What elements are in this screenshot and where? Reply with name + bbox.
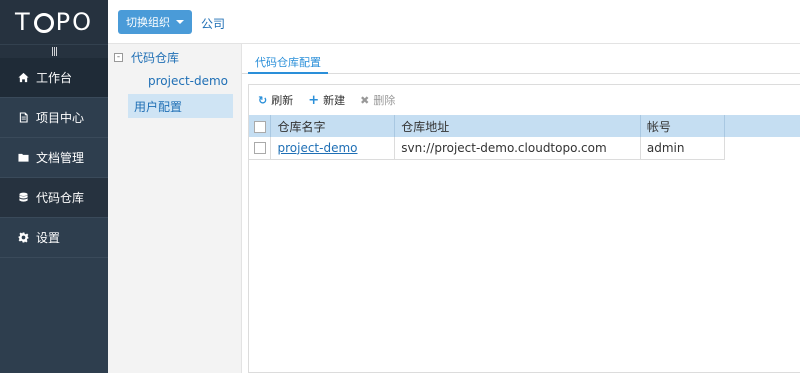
caret-down-icon [176,20,184,24]
logo[interactable]: T PO [0,0,108,44]
delete-button[interactable]: ✖ 删除 [360,92,395,108]
sidebar-item-label: 项目中心 [36,111,85,125]
sidebar-item-documents[interactable]: 文档管理 [0,138,108,178]
gear-icon [18,232,29,243]
sidebar-item-label: 设置 [36,231,61,245]
sidebar-item-settings[interactable]: 设置 [0,218,108,258]
collapse-icon: ||| [50,46,58,57]
sidebar-item-repositories[interactable]: 代码仓库 [0,178,108,218]
collapse-toggle-icon[interactable]: - [114,52,123,62]
database-icon [19,192,28,202]
sidebar-item-projects[interactable]: 项目中心 [0,98,108,138]
table-row[interactable]: project-demo svn://project-demo.cloudtop… [249,137,800,160]
refresh-label: 刷新 [271,94,294,107]
tab-bar: 代码仓库配置 [242,44,800,74]
cell-repo-url: svn://project-demo.cloudtopo.com [394,137,641,160]
top-header: 切换组织 公司 [108,0,800,44]
row-checkbox[interactable] [254,142,266,155]
sidebar: T PO ||| 工作台 项目中心 文档管理 代码仓库 设置 [0,0,108,373]
cell-repo-name: project-demo [270,137,396,160]
tree-node-project-demo[interactable]: project-demo [108,70,241,92]
switch-org-button[interactable]: 切换组织 [118,10,192,34]
sidebar-collapse-button[interactable]: ||| [0,44,108,58]
company-link[interactable]: 公司 [201,15,225,32]
document-icon [19,112,28,123]
repository-table: 仓库名字 仓库地址 帐号 project-demo svn://project-… [249,115,800,160]
cell-filler [724,137,800,159]
logo-circle-icon [33,13,54,33]
home-icon [18,72,29,83]
column-header-filler [724,115,800,137]
select-all-cell [249,115,272,137]
column-header-url[interactable]: 仓库地址 [394,115,641,137]
cell-account: admin [640,137,725,160]
refresh-button[interactable]: ↻ 刷新 [258,92,293,108]
sidebar-item-label: 工作台 [36,71,73,85]
plus-icon: + [308,92,320,108]
refresh-icon: ↻ [258,93,268,107]
folder-icon [18,153,29,162]
sidebar-item-label: 文档管理 [36,151,85,165]
toolbar: ↻ 刷新 + 新建 ✖ 删除 [249,85,800,115]
column-header-account[interactable]: 帐号 [640,115,725,137]
repo-name-link[interactable]: project-demo [277,141,357,155]
repository-panel: ↻ 刷新 + 新建 ✖ 删除 仓库名字 仓库地址 帐号 project-demo… [248,84,800,373]
close-icon: ✖ [360,93,370,107]
table-header: 仓库名字 仓库地址 帐号 [249,115,800,137]
new-label: 新建 [323,94,346,107]
select-all-checkbox[interactable] [254,120,266,133]
logo-text-right: PO [55,8,94,36]
sidebar-item-label: 代码仓库 [36,191,85,205]
tree-node-repositories[interactable]: - 代码仓库 [108,45,241,69]
tree-node-user-config[interactable]: 用户配置 [128,94,233,118]
switch-org-label: 切换组织 [126,16,170,29]
tab-repository-config[interactable]: 代码仓库配置 [248,52,328,74]
row-select-cell [249,137,272,160]
column-header-name[interactable]: 仓库名字 [270,115,396,137]
logo-text-left: T [14,8,32,36]
delete-label: 删除 [373,94,396,107]
sidebar-item-workbench[interactable]: 工作台 [0,58,108,98]
new-button[interactable]: + 新建 [308,92,345,108]
tree-node-label: 代码仓库 [131,50,180,65]
main-content: 代码仓库配置 ↻ 刷新 + 新建 ✖ 删除 仓库名字 仓库地址 帐号 proje… [242,44,800,373]
repository-tree: - 代码仓库 project-demo 用户配置 [108,44,242,373]
